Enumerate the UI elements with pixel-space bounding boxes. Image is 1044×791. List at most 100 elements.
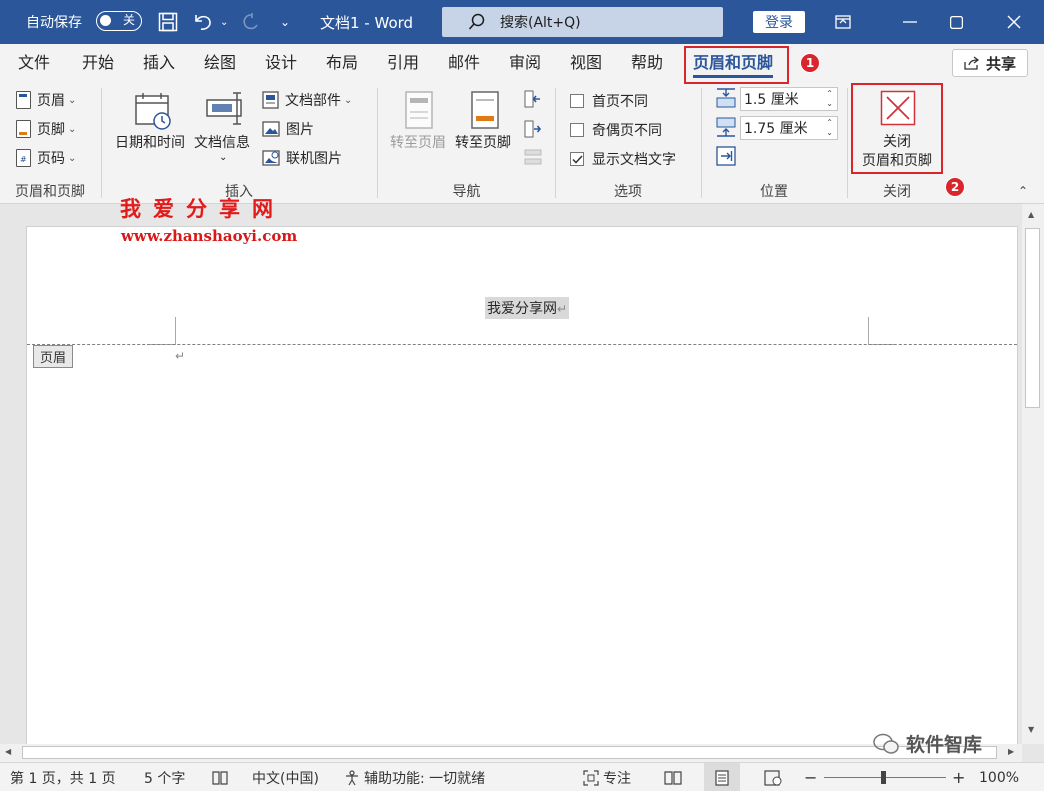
horizontal-scrollbar[interactable]: ◀ ▶ [0,744,1022,762]
search-box[interactable]: 搜索(Alt+Q) [442,7,723,37]
group-separator [101,88,102,198]
different-first-page-option[interactable]: 首页不同 [570,91,648,111]
save-icon[interactable] [158,0,178,44]
collapse-ribbon-icon[interactable]: ⌃ [1018,184,1028,198]
spin-arrows-icon[interactable]: ⌃ ⌄ [826,89,833,109]
customize-qat-icon[interactable]: ⌄ [280,0,290,44]
tab-draw[interactable]: 绘图 [204,44,236,84]
zoom-in-icon[interactable]: + [952,763,965,791]
goto-header-button[interactable]: 转至页眉 [390,132,446,152]
chevron-down-icon[interactable]: ⌄ [219,152,227,163]
group-label-navigation: 导航 [452,184,481,200]
page-number-button[interactable]: # 页码 ⌄ [16,148,76,168]
footer-button-label: 页脚 [37,122,65,138]
spin-arrows-icon[interactable]: ⌃ ⌄ [826,118,833,138]
picture-button[interactable]: 图片 [262,119,314,139]
chevron-down-icon: ⌄ [68,152,77,164]
accessibility-status[interactable]: 辅助功能: 一切就绪 [344,763,485,791]
document-info-button[interactable]: 文档信息 [194,132,250,152]
read-mode-icon[interactable] [664,763,682,791]
word-count[interactable]: 5 个字 [144,763,185,791]
title-bar: 自动保存 关 ⌄ ⌄ 文档1 - Word 搜索(Alt+Q) 登录 [0,0,1044,44]
ribbon-display-icon[interactable] [820,0,866,44]
footer-icon [16,120,31,138]
proofing-icon[interactable] [211,763,229,791]
redo-icon[interactable] [240,0,262,44]
document-info-icon[interactable] [204,90,246,130]
tab-help[interactable]: 帮助 [631,44,663,84]
tab-home[interactable]: 开始 [82,44,114,84]
close-icon[interactable] [991,0,1037,44]
different-odd-even-option[interactable]: 奇偶页不同 [570,120,662,140]
tab-mailings[interactable]: 邮件 [448,44,480,84]
document-area: 我爱分享网↵ 页眉 ↵ [0,204,1022,756]
tab-file[interactable]: 文件 [18,44,50,84]
undo-icon[interactable] [192,0,214,44]
tab-view[interactable]: 视图 [570,44,602,84]
header-icon [16,91,31,109]
header-text-box[interactable]: 我爱分享网↵ [485,297,570,319]
online-picture-button[interactable]: 联机图片 [262,148,342,168]
tab-references[interactable]: 引用 [387,44,419,84]
hscrollbar-thumb[interactable] [22,746,997,759]
zoom-slider-thumb[interactable] [881,771,886,784]
header-position-input[interactable]: 1.5 厘米 ⌃ ⌄ [740,87,838,111]
checkbox-first-page[interactable] [570,94,584,108]
check-icon [571,154,583,164]
autosave-toggle[interactable]: 关 [96,11,142,31]
footer-position-icon [716,117,736,137]
goto-footer-button[interactable]: 转至页脚 [455,132,511,152]
focus-label: 专注 [603,770,631,787]
checkbox-odd-even[interactable] [570,123,584,137]
document-page[interactable]: 我爱分享网↵ 页眉 ↵ [26,226,1018,756]
language-status[interactable]: 中文(中国) [252,763,319,791]
online-picture-icon [262,150,280,166]
header-button-label: 页眉 [37,93,65,109]
scroll-up-icon[interactable]: ▲ [1028,210,1034,219]
tab-layout[interactable]: 布局 [326,44,358,84]
scroll-right-icon[interactable]: ▶ [1008,747,1014,756]
print-layout-icon[interactable] [704,763,740,791]
tab-insert[interactable]: 插入 [143,44,175,84]
focus-mode-button[interactable]: 专注 [583,763,631,791]
chevron-down-icon: ⌄ [68,94,77,106]
quick-parts-button[interactable]: 文档部件 ⌄ [262,90,352,110]
previous-section-icon[interactable] [524,90,542,108]
tab-design[interactable]: 设计 [265,44,297,84]
zoom-slider[interactable] [824,763,946,791]
header-tag: 页眉 [33,345,74,368]
web-layout-icon[interactable] [764,763,782,791]
goto-footer-icon[interactable] [470,90,500,130]
scroll-left-icon[interactable]: ◀ [5,747,11,756]
minimize-icon[interactable] [887,0,933,44]
footer-button[interactable]: 页脚 ⌄ [16,119,76,139]
login-button[interactable]: 登录 [753,11,805,33]
calendar-clock-icon[interactable] [133,90,173,132]
corner-brand-text: 软件智库 [906,734,983,756]
datetime-button[interactable]: 日期和时间 [115,132,185,152]
goto-header-icon[interactable] [404,90,434,130]
footer-position-input[interactable]: 1.75 厘米 ⌃ ⌄ [740,116,838,140]
step-badge-1: 1 [800,53,820,73]
maximize-icon[interactable] [933,0,979,44]
undo-dropdown-icon[interactable]: ⌄ [220,0,228,44]
show-document-text-option[interactable]: 显示文档文字 [570,149,676,169]
scroll-down-icon[interactable]: ▼ [1028,725,1034,734]
group-label-header-footer: 页眉和页脚 [15,184,85,200]
show-document-text-label: 显示文档文字 [592,152,676,168]
page-count[interactable]: 第 1 页，共 1 页 [10,763,116,791]
group-label-options: 选项 [614,184,642,200]
insert-alignment-tab-icon[interactable] [716,146,736,166]
header-position-value: 1.5 厘米 [744,92,799,108]
link-to-previous-icon[interactable] [524,148,542,166]
next-section-icon[interactable] [524,120,542,138]
tab-review[interactable]: 审阅 [509,44,541,84]
header-button[interactable]: 页眉 ⌄ [16,90,76,110]
scrollbar-thumb[interactable] [1025,228,1040,408]
zoom-out-icon[interactable]: − [804,763,817,791]
share-button[interactable]: 共享 [952,49,1028,77]
vertical-scrollbar[interactable]: ▲ ▼ [1022,204,1044,744]
zoom-level[interactable]: 100% [979,763,1019,791]
checkbox-show-text[interactable] [570,152,584,166]
chevron-down-icon: ⌄ [344,94,353,106]
